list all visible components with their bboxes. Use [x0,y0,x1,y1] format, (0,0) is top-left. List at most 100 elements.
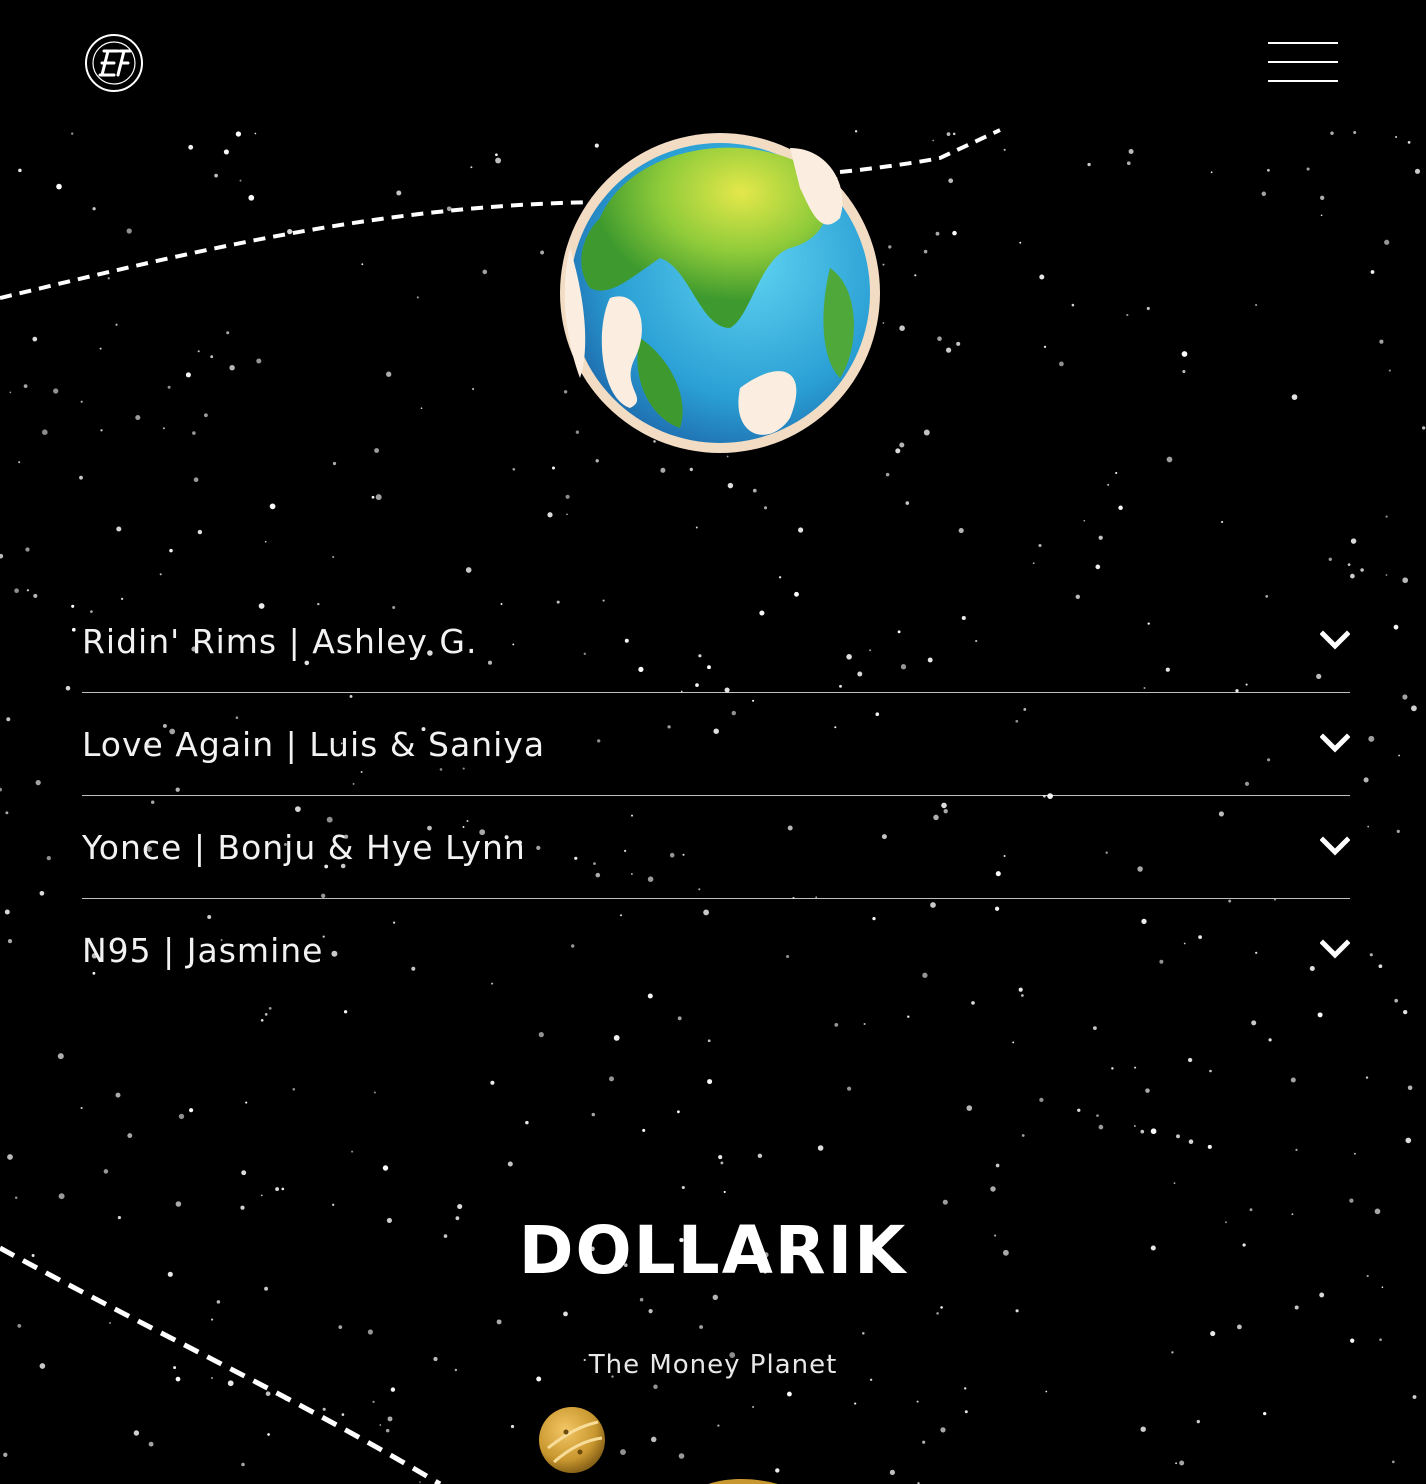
star [416,296,419,299]
star [1414,168,1421,174]
star [41,429,48,436]
star [235,131,242,137]
star [907,1015,910,1018]
star [490,1080,495,1085]
star [1268,1038,1272,1042]
star [56,183,62,190]
star [71,627,76,632]
star [914,274,917,277]
menu-line-top [1268,42,1338,44]
star [1402,694,1408,700]
star [361,263,364,266]
star [1255,303,1258,307]
star [248,194,255,201]
star [565,494,570,499]
star [1407,141,1411,144]
star [264,1013,268,1016]
star [1350,573,1355,579]
chevron-down-icon[interactable] [1320,628,1350,652]
star [472,387,475,391]
star [538,1031,544,1038]
accordion-item-title: Yonce | Bonju & Hye Lynn [82,828,526,867]
star [1368,735,1375,742]
star [264,540,267,543]
star [885,472,890,477]
star [1083,519,1086,522]
section-subtitle: The Money Planet [588,1350,838,1380]
star [159,573,162,576]
accordion-item-title: Love Again | Luis & Saniya [82,725,546,764]
star [1350,538,1357,544]
star [1398,754,1400,757]
star [197,350,200,353]
star [1210,171,1213,174]
star [18,168,22,173]
accordion-item-yonce[interactable]: Yonce | Bonju & Hye Lynn [82,796,1350,899]
section-title: DOLLARIK [518,1212,908,1289]
star [254,132,257,135]
accordion-item-ridin-rims[interactable]: Ridin' Rims | Ashley G. [82,590,1350,693]
chevron-down-icon[interactable] [1320,731,1350,755]
star [7,938,13,944]
star [1146,306,1150,311]
star [1098,535,1103,540]
star [1396,829,1400,834]
accordion-item-n95[interactable]: N95 | Jasmine [82,899,1350,1001]
star [778,576,782,579]
star [100,429,103,432]
star [80,400,83,403]
star [167,385,171,389]
star [1019,241,1022,244]
star [899,325,905,332]
star [763,506,768,510]
star [1402,577,1409,584]
star [1118,505,1123,511]
star [1059,361,1064,367]
star [14,588,19,594]
star [1071,303,1075,307]
star [192,431,196,435]
star [1394,998,1399,1003]
ef-circle-logo-icon[interactable] [84,33,144,93]
star [863,1022,866,1026]
star [71,604,75,608]
star [1087,162,1091,167]
star [945,347,952,353]
star [1384,239,1390,245]
star [1385,574,1388,576]
star [292,1088,296,1091]
accordion-item-love-again[interactable]: Love Again | Luis & Saniya [82,693,1350,796]
dollarik-section: DOLLARIK The Money Planet [0,1100,1426,1484]
star [71,132,74,135]
star [1093,1026,1097,1030]
star [1320,195,1325,200]
hamburger-menu-button[interactable] [1266,40,1340,86]
star [609,1076,614,1082]
menu-line-middle [1268,61,1338,63]
chevron-down-icon[interactable] [1320,937,1350,961]
star [1145,1088,1150,1093]
star [937,336,942,341]
star [847,1086,852,1091]
chevron-down-icon[interactable] [1320,834,1350,858]
star [23,384,28,388]
star [204,413,208,418]
star [1422,426,1426,430]
star [26,589,30,592]
star [126,228,132,234]
star [269,503,276,510]
star [512,467,516,471]
star [1187,1057,1193,1063]
track-accordion: Ridin' Rims | Ashley G. Love Again | Lui… [82,590,1350,1001]
star [1393,624,1399,630]
star [226,331,230,335]
star [65,685,71,691]
star [188,144,194,150]
star [1182,369,1186,374]
star [1111,1067,1114,1070]
star [420,407,423,410]
star [1360,568,1364,572]
star [1378,964,1383,969]
star [495,157,502,164]
star [923,249,928,254]
